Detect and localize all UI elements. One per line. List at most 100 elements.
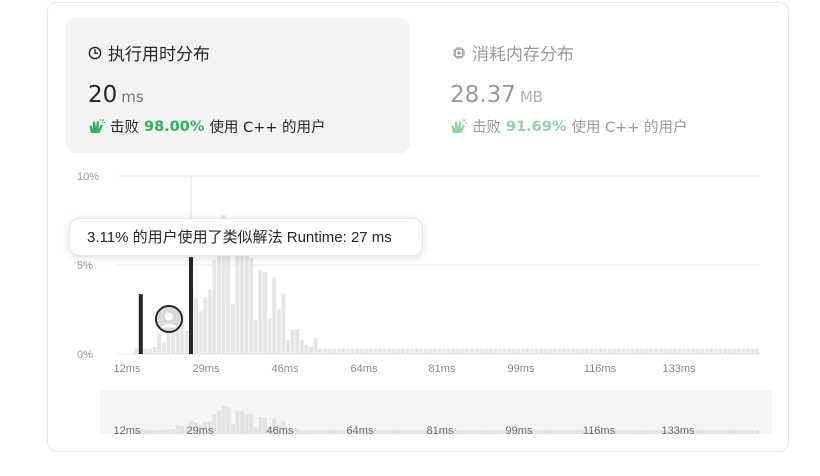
histogram-bar — [428, 348, 433, 354]
navigator-bar — [221, 405, 226, 434]
histogram-bar — [608, 348, 612, 354]
histogram-bar — [654, 348, 658, 354]
histogram-bar — [520, 348, 525, 354]
navigator-bar — [304, 430, 309, 434]
histogram-bar — [474, 348, 479, 354]
histogram-bar — [373, 348, 378, 354]
bar-tooltip: 3.11% 的用户使用了类似解法 Runtime: 27 ms — [69, 218, 423, 256]
histogram-bar — [723, 348, 727, 354]
histogram-bar — [539, 348, 543, 354]
navigator-bar — [341, 430, 346, 434]
chart-labels: 10% 5% 0% 12ms 29ms 46ms 64ms 81ms 99ms 116ms 133m… — [77, 171, 696, 437]
x-tick-label: 46ms — [272, 363, 299, 375]
navigator-bar — [313, 430, 318, 434]
histogram-bar — [612, 348, 617, 354]
histogram-bar — [405, 348, 410, 354]
navigator-bar — [143, 430, 148, 434]
navigator-bar — [617, 430, 622, 434]
histogram-bar — [750, 348, 755, 354]
user-avatar-marker — [155, 305, 183, 333]
histogram-bar — [433, 348, 438, 354]
histogram-bar — [304, 345, 309, 354]
histogram-bar — [152, 346, 157, 354]
navigator-bar — [483, 430, 488, 434]
navigator-bar — [157, 429, 162, 434]
histogram-bar — [387, 348, 392, 354]
histogram-bar — [364, 348, 369, 354]
navigator-bar — [253, 427, 258, 434]
navigator-bar — [718, 430, 723, 434]
navigator-bar — [732, 430, 737, 434]
histogram-bar — [658, 348, 663, 354]
histogram-bar — [718, 348, 723, 354]
histogram-bar — [534, 348, 539, 354]
navigator-bar — [244, 413, 249, 434]
navigator-bar — [226, 407, 231, 434]
navigator-bar — [713, 430, 718, 434]
navigator-bar — [465, 430, 470, 434]
navigator-tick-label: 29ms — [187, 425, 214, 437]
histogram-bar — [709, 348, 714, 354]
histogram-bar — [488, 348, 493, 354]
hovered-bar — [189, 257, 193, 354]
navigator-bar — [322, 430, 327, 434]
histogram-bar — [345, 348, 350, 354]
histogram-bar — [598, 348, 603, 354]
tooltip-text: 3.11% 的用户使用了类似解法 Runtime: 27 ms — [87, 229, 392, 246]
histogram-bar — [424, 348, 428, 354]
histogram-bar — [511, 348, 516, 354]
histogram-bar — [617, 348, 622, 354]
histogram-bar — [184, 330, 189, 354]
histogram-bar — [543, 348, 548, 354]
navigator-bar — [571, 430, 576, 434]
histogram-bar — [396, 348, 401, 354]
histogram-bar — [240, 240, 244, 354]
histogram-bar — [378, 348, 382, 354]
histogram-bar — [502, 348, 507, 354]
histogram-bar — [677, 348, 681, 354]
navigator-tick-label: 133ms — [661, 425, 695, 437]
navigator-bar — [148, 430, 152, 434]
histogram-bar — [414, 348, 419, 354]
navigator-bar — [557, 430, 562, 434]
histogram-bar — [548, 348, 553, 354]
navigator-tick-label: 46ms — [267, 425, 294, 437]
histogram-bar — [148, 348, 152, 354]
x-tick-label: 133ms — [662, 363, 696, 375]
histogram-bar — [585, 348, 589, 354]
histogram-bar — [465, 348, 470, 354]
histogram-bar — [230, 304, 235, 354]
navigator-bar — [171, 429, 175, 434]
navigator-bar — [704, 430, 709, 434]
histogram-bar — [272, 277, 277, 354]
x-tick-label: 99ms — [508, 363, 535, 375]
histogram-bar — [470, 348, 474, 354]
navigator-bar — [258, 417, 263, 434]
navigator-bar — [373, 430, 378, 434]
navigator-bar — [534, 430, 539, 434]
navigator-bar — [635, 430, 640, 434]
histogram-bar — [557, 348, 562, 354]
histogram-bar — [566, 348, 571, 354]
navigator-tick-label: 99ms — [506, 425, 533, 437]
histogram-bar — [359, 348, 364, 354]
histogram-bar — [203, 297, 208, 354]
navigator-bar — [493, 430, 497, 434]
histogram-bar — [704, 348, 709, 354]
navigator-bar — [723, 430, 727, 434]
x-tick-label: 116ms — [584, 363, 617, 375]
histogram-bar — [447, 348, 451, 354]
histogram-bar — [506, 348, 511, 354]
histogram-bar — [681, 348, 686, 354]
navigator-tick-label: 116ms — [583, 425, 616, 437]
navigator-bar — [552, 430, 557, 434]
histogram-bar — [451, 348, 456, 354]
histogram-bar — [281, 293, 286, 354]
navigator-bar — [401, 430, 405, 434]
histogram-bar — [552, 348, 557, 354]
histogram-bar — [603, 348, 608, 354]
histogram-bar — [525, 348, 530, 354]
histogram-bar — [290, 329, 295, 354]
histogram-bar — [571, 348, 576, 354]
histogram-bar — [483, 348, 488, 354]
